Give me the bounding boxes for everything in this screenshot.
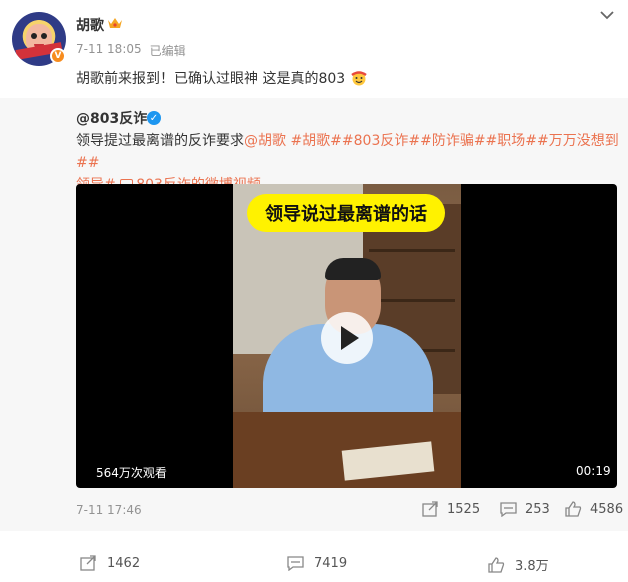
- repost-button[interactable]: 1462: [80, 555, 140, 571]
- comment-button[interactable]: 7419: [287, 555, 347, 571]
- weibo-post: V 胡歌 7-11 18:05 已编辑 胡歌前来报到！已确认过眼神 这是真的80…: [0, 0, 628, 582]
- verified-orange-icon: V: [50, 48, 66, 64]
- edited-label[interactable]: 已编辑: [150, 42, 186, 59]
- repost-time[interactable]: 7-11 17:46: [76, 503, 142, 517]
- thumbs-up-icon: [488, 556, 505, 573]
- video-player[interactable]: 领导说过最离谱的话 564万次观看 00:19: [76, 184, 617, 488]
- chevron-down-icon[interactable]: [600, 10, 614, 20]
- post-text: 胡歌前来报到！已确认过眼神 这是真的803: [76, 68, 368, 88]
- share-icon: [80, 555, 96, 571]
- post-meta: 7-11 18:05 已编辑: [76, 42, 186, 59]
- repost-comment-button[interactable]: 253: [500, 501, 550, 517]
- share-icon: [422, 501, 438, 517]
- play-icon[interactable]: [321, 312, 373, 364]
- view-count: 564万次观看: [96, 466, 167, 480]
- mention-link[interactable]: @胡歌: [244, 133, 286, 149]
- post-time[interactable]: 7-11 18:05: [76, 42, 142, 59]
- comment-icon: [500, 502, 517, 517]
- reposted-content: @803反诈 ✓ 领导提过最离谱的反诈要求@胡歌 #胡歌##803反诈##防诈骗…: [0, 98, 628, 531]
- repost-repost-button[interactable]: 1525: [422, 501, 480, 517]
- video-caption: 领导说过最离谱的话: [247, 194, 445, 232]
- grinning-face-emoji-icon: [350, 71, 367, 86]
- crown-icon: [108, 18, 122, 28]
- video-duration: 00:19: [576, 464, 611, 478]
- username[interactable]: 胡歌: [76, 15, 104, 35]
- verified-blue-icon: ✓: [147, 111, 161, 125]
- thumbs-up-icon: [565, 501, 582, 517]
- repost-author[interactable]: @803反诈: [76, 108, 147, 128]
- repost-like-button[interactable]: 4586: [565, 501, 623, 517]
- video-frame: 领导说过最离谱的话: [233, 184, 461, 488]
- comment-icon: [287, 556, 304, 571]
- like-button[interactable]: 3.8万: [488, 555, 549, 574]
